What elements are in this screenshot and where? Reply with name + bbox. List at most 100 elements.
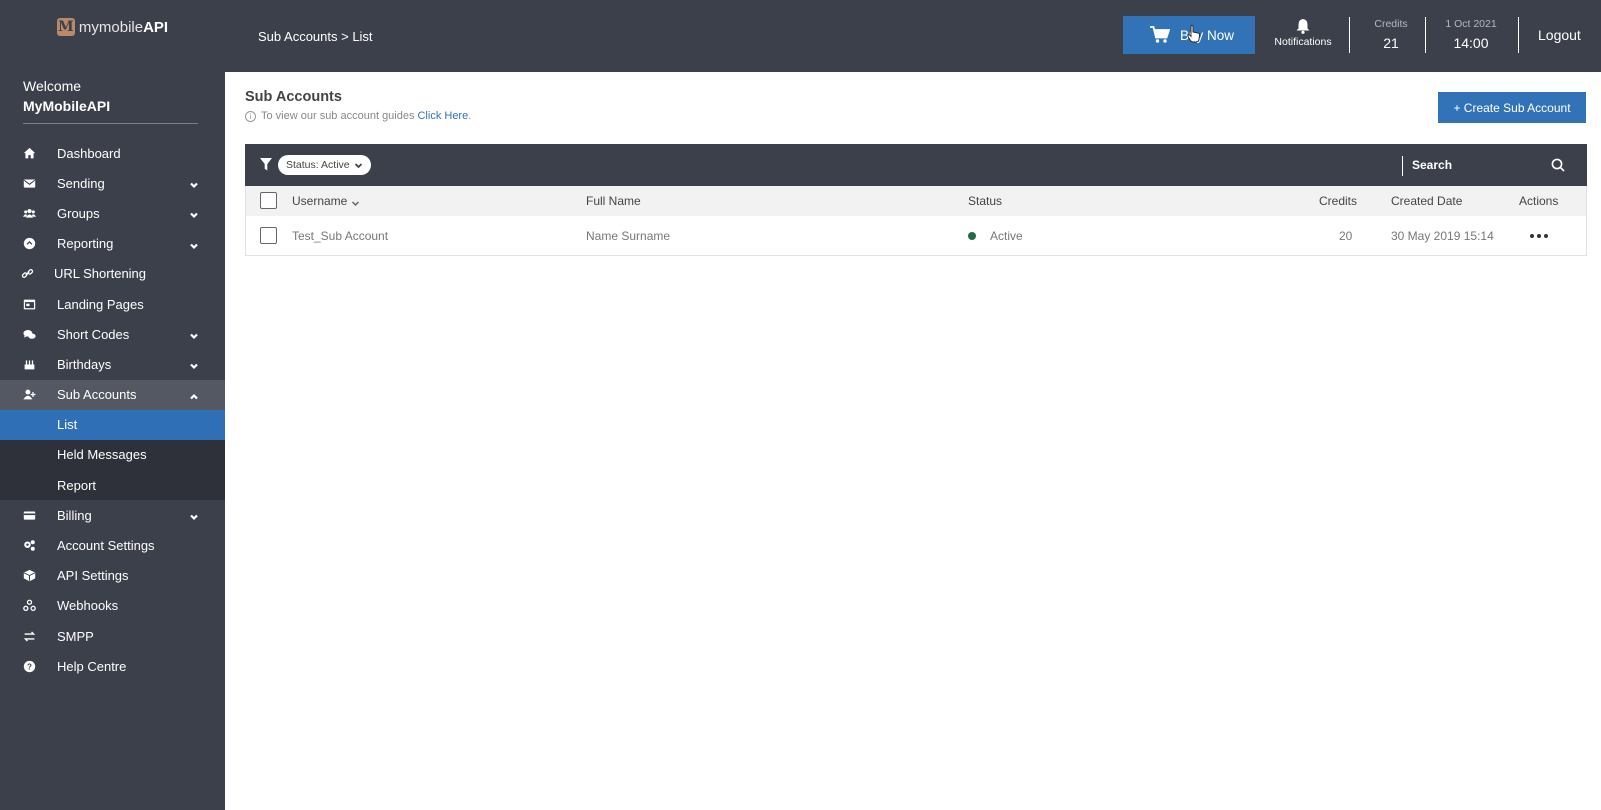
sidebar-subitem-list[interactable]: List [0, 409, 225, 440]
divider [1518, 17, 1519, 53]
select-all-checkbox[interactable] [260, 192, 277, 209]
chevron-down-icon [189, 239, 199, 249]
sidebar-item-url-shortening[interactable]: URL Shortening [0, 259, 225, 289]
sidebar-item-reporting[interactable]: Reporting [0, 229, 225, 259]
status-dot [968, 232, 976, 241]
welcome-label: Welcome [23, 78, 82, 94]
browser-icon [22, 297, 36, 311]
create-sub-account-button[interactable]: + Create Sub Account [1438, 92, 1586, 123]
sidebar-item-label: API Settings [57, 568, 129, 584]
pointer-cursor-icon [1187, 25, 1200, 43]
sidebar-item-label: Landing Pages [57, 296, 144, 312]
user-plus-icon [22, 388, 36, 402]
logo-text: mymobileAPI [78, 18, 169, 36]
notifications-label: Notifications [1274, 36, 1332, 48]
sidebar-item-groups[interactable]: Groups [0, 198, 225, 228]
column-header-full-name: Full Name [586, 194, 641, 208]
users-icon [22, 206, 36, 220]
sidebar-item-landing-pages[interactable]: Landing Pages [0, 289, 225, 319]
credits-label: Credits [1374, 18, 1408, 30]
sidebar-item-label: Sending [57, 175, 105, 191]
logout-button[interactable]: Logout [1538, 27, 1581, 43]
date-time-display: 1 Oct 2021 14:00 [1440, 18, 1502, 51]
credits-value: 21 [1383, 35, 1399, 51]
top-bar: Sub Accounts > List Buy Now Notification… [225, 0, 1601, 72]
filter-icon[interactable] [260, 158, 272, 171]
status-filter-chip[interactable]: Status: Active [278, 155, 371, 175]
divider [1402, 156, 1403, 176]
row-checkbox[interactable] [260, 227, 277, 244]
cell-username: Test_Sub Account [292, 228, 389, 243]
sidebar-item-smpp[interactable]: SMPP [0, 621, 225, 651]
sidebar-item-dashboard[interactable]: Dashboard [0, 138, 225, 168]
sidebar-item-label: Report [57, 477, 97, 493]
column-header-created-date: Created Date [1391, 194, 1463, 208]
info-text: To view our sub account guides [261, 110, 415, 122]
page-info: i To view our sub account guides Click H… [245, 110, 471, 122]
info-end: . [468, 110, 472, 122]
sidebar-item-label: SMPP [57, 628, 94, 644]
sidebar-subitem-held-messages[interactable]: Held Messages [0, 439, 225, 471]
page-title: Sub Accounts [245, 89, 342, 105]
svg-text:?: ? [27, 662, 32, 671]
column-header-status: Status [968, 194, 1003, 208]
table-row[interactable]: Test_Sub Account Name Surname Active 20 … [246, 216, 1586, 255]
date-label: 1 Oct 2021 [1445, 18, 1497, 30]
sidebar-item-label: Short Codes [57, 326, 130, 342]
sidebar-item-birthdays[interactable]: Birthdays [0, 349, 225, 379]
info-icon: i [245, 110, 256, 122]
cell-status: Active [968, 229, 1023, 243]
sub-accounts-table: Username Full Name Status Credits Create… [245, 186, 1587, 256]
time-value: 14:00 [1453, 35, 1489, 51]
sidebar-item-help-centre[interactable]: ? Help Centre [0, 651, 225, 681]
chat-icon [22, 327, 36, 341]
sidebar-subitem-report[interactable]: Report [0, 470, 225, 501]
sidebar-item-label: URL Shortening [54, 266, 147, 282]
divider [23, 123, 198, 124]
column-header-actions: Actions [1519, 194, 1559, 208]
logo-mark-icon: M [56, 18, 75, 36]
home-icon [22, 146, 36, 160]
row-actions-menu-icon[interactable] [1530, 233, 1548, 238]
cube-icon [22, 569, 36, 583]
sidebar-item-short-codes[interactable]: Short Codes [0, 319, 225, 349]
sidebar-item-label: Help Centre [57, 658, 127, 674]
chevron-up-icon [189, 390, 199, 400]
question-icon: ? [22, 659, 36, 673]
cake-icon [22, 357, 36, 371]
cogs-icon [22, 539, 36, 553]
divider [1425, 17, 1426, 53]
sidebar-item-label: Sub Accounts [57, 387, 137, 403]
search-icon[interactable] [1551, 158, 1565, 172]
sidebar-item-label: Dashboard [57, 145, 121, 161]
exchange-icon [22, 629, 36, 643]
sidebar-nav: Dashboard Sending Groups Reporting URL S… [0, 138, 225, 681]
sidebar-item-label: Reporting [57, 236, 114, 252]
envelope-icon [22, 176, 36, 190]
cell-created-date: 30 May 2019 15:14 [1391, 228, 1494, 243]
sidebar-item-account-settings[interactable]: Account Settings [0, 530, 225, 560]
webhook-icon [22, 599, 36, 613]
sidebar-item-sending[interactable]: Sending [0, 168, 225, 198]
sidebar-item-webhooks[interactable]: Webhooks [0, 591, 225, 621]
sidebar-item-label: Webhooks [57, 598, 119, 614]
sidebar-item-label: List [57, 417, 78, 433]
cell-full-name: Name Surname [586, 228, 671, 243]
sidebar-item-api-settings[interactable]: API Settings [0, 561, 225, 591]
status-text: Active [990, 228, 1023, 243]
logo[interactable]: M mymobileAPI [0, 0, 225, 54]
column-header-username[interactable]: Username [292, 194, 360, 208]
search-input[interactable] [1412, 155, 1542, 175]
welcome-username: MyMobileAPI [23, 98, 111, 114]
chevron-down-icon [189, 359, 199, 370]
notifications-button[interactable]: Notifications [1272, 18, 1334, 48]
sidebar-item-label: Account Settings [57, 538, 155, 554]
chevron-down-icon [189, 208, 199, 219]
click-here-link[interactable]: Click Here [417, 110, 468, 122]
bell-icon [1295, 18, 1311, 34]
sort-chevron-icon [351, 197, 360, 207]
sidebar-item-sub-accounts[interactable]: Sub Accounts [0, 379, 225, 410]
link-icon [20, 267, 34, 281]
cell-credits: 20 [1339, 228, 1353, 243]
sidebar-item-billing[interactable]: Billing [0, 500, 225, 530]
